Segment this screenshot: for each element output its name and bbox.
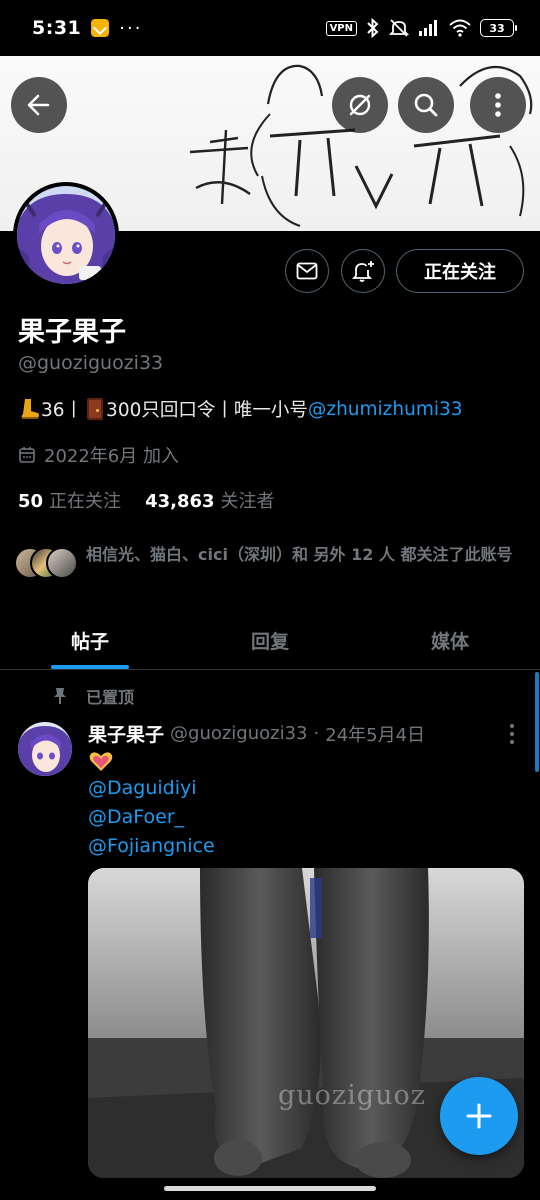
boot-emoji-icon bbox=[18, 398, 40, 420]
battery-icon: 33 bbox=[480, 19, 517, 37]
post-header: 果子果子 @guoziguozi33 · 24年5月4日 bbox=[88, 720, 425, 747]
plus-icon bbox=[466, 1103, 492, 1129]
back-arrow-icon bbox=[27, 94, 50, 116]
compose-post-button[interactable] bbox=[440, 1077, 518, 1155]
post-author-handle[interactable]: @guoziguozi33 bbox=[170, 723, 308, 744]
profile-bio: 36丨 300只回口令丨唯一小号 @zhumizhumi33 bbox=[18, 396, 463, 422]
pin-icon bbox=[54, 688, 66, 704]
search-icon bbox=[414, 93, 438, 117]
followers-you-know[interactable]: 相信光、猫白、cici（深圳）和 另外 12 人 都关注了此账号 bbox=[14, 543, 538, 583]
bell-plus-icon bbox=[351, 261, 374, 282]
followers-count: 43,863 bbox=[145, 491, 215, 512]
more-vertical-icon bbox=[495, 93, 501, 117]
profile-handle: @guoziguozi33 bbox=[18, 352, 164, 374]
status-bar: 5:31 ··· VPN 33 bbox=[0, 0, 540, 56]
post-separator: · bbox=[313, 723, 320, 744]
media-watermark: guoziguoz bbox=[278, 1080, 426, 1111]
display-name: 果子果子 bbox=[18, 317, 126, 348]
followers-stat[interactable]: 43,863 关注者 bbox=[145, 487, 274, 513]
profile-avatar[interactable] bbox=[13, 182, 119, 288]
dot bbox=[510, 732, 514, 736]
envelope-icon bbox=[296, 262, 318, 280]
search-button[interactable] bbox=[398, 77, 454, 133]
tab-posts[interactable]: 帖子 bbox=[0, 612, 180, 669]
wifi-icon bbox=[449, 19, 471, 37]
tab-replies[interactable]: 回复 bbox=[180, 612, 360, 669]
bluetooth-icon bbox=[367, 18, 379, 38]
signal-icon bbox=[419, 20, 437, 36]
status-time: 5:31 bbox=[32, 17, 82, 39]
following-button[interactable]: 正在关注 bbox=[396, 249, 524, 293]
following-count: 50 bbox=[18, 491, 44, 512]
post-mention-2[interactable]: @DaFoer_ bbox=[88, 806, 184, 828]
joined-text: 2022年6月 加入 bbox=[44, 446, 179, 467]
grok-button[interactable] bbox=[332, 77, 388, 133]
grok-icon bbox=[349, 94, 371, 116]
profile-tabs: 帖子 回复 媒体 bbox=[0, 612, 540, 670]
followers-label: 关注者 bbox=[220, 491, 275, 512]
follow-stats: 50 正在关注 43,863 关注者 bbox=[18, 487, 275, 513]
post-more-button[interactable] bbox=[502, 722, 522, 746]
calendar-icon bbox=[19, 447, 35, 463]
notifications-button[interactable] bbox=[341, 249, 385, 293]
scroll-indicator bbox=[535, 672, 539, 772]
mutual-avatars bbox=[14, 543, 80, 583]
door-emoji-icon bbox=[87, 398, 104, 420]
tab-media[interactable]: 媒体 bbox=[360, 612, 540, 669]
message-button[interactable] bbox=[285, 249, 329, 293]
pinned-label: 已置顶 bbox=[86, 688, 135, 707]
bio-mention-link[interactable]: @zhumizhumi33 bbox=[308, 399, 463, 420]
app-notification-icon bbox=[91, 19, 110, 37]
status-icons: VPN 33 bbox=[325, 18, 517, 38]
avatar-image bbox=[17, 186, 115, 284]
status-dots: ··· bbox=[119, 17, 143, 39]
dot bbox=[510, 740, 514, 744]
post-mention-1[interactable]: @Daguidiyi bbox=[88, 777, 197, 799]
following-stat[interactable]: 50 正在关注 bbox=[18, 487, 121, 513]
dot bbox=[510, 724, 514, 728]
post-author-avatar[interactable] bbox=[18, 722, 72, 776]
avatar bbox=[46, 547, 78, 579]
bio-prefix: 36丨 bbox=[41, 400, 84, 421]
bio-middle: 300只回口令丨唯一小号 bbox=[106, 400, 308, 421]
more-button[interactable] bbox=[470, 77, 526, 133]
home-indicator[interactable] bbox=[164, 1186, 376, 1191]
back-button[interactable] bbox=[11, 77, 67, 133]
vpn-icon: VPN bbox=[325, 20, 357, 36]
mute-icon bbox=[389, 19, 409, 37]
following-label: 正在关注 bbox=[49, 491, 122, 512]
post-date[interactable]: 24年5月4日 bbox=[325, 721, 425, 747]
pinned-indicator: 已置顶 bbox=[52, 684, 134, 708]
mutual-followers-text: 相信光、猫白、cici（深圳）和 另外 12 人 都关注了此账号 bbox=[86, 545, 513, 564]
heart-hands-emoji-icon bbox=[89, 752, 113, 771]
joined-date: 2022年6月 加入 bbox=[18, 442, 179, 468]
post-author-name[interactable]: 果子果子 bbox=[88, 720, 164, 747]
post-mention-3[interactable]: @Fojiangnice bbox=[88, 835, 215, 857]
